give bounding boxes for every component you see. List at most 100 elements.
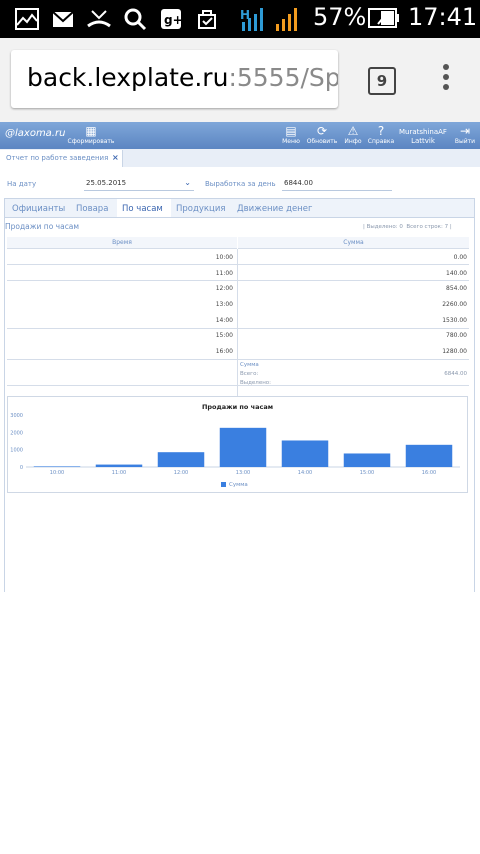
gallery-icon (15, 8, 39, 30)
x-tick-label: 13:00 (236, 470, 250, 476)
report-subtabs: Официанты Повара По часам Продукция Движ… (5, 198, 474, 218)
browser-menu-icon[interactable] (441, 64, 451, 94)
tab-cooks[interactable]: Повара (76, 204, 108, 214)
page-tab-report[interactable]: Отчет по работе заведения × (0, 150, 123, 167)
chart-bar (95, 464, 143, 467)
grid-title: Продажи по часам (5, 222, 80, 231)
battery-percent: 57% (313, 3, 367, 31)
user-sub: Lattvik (411, 137, 435, 145)
total-rows: Всего строк: 7 (406, 224, 449, 230)
grid-info: | Выделено: 0 Всего строк: 7 | (363, 224, 452, 230)
footer-total-value: 6844.00 (444, 371, 467, 377)
date-label: На дату (7, 180, 37, 188)
menu-label: Меню (282, 138, 300, 145)
table-cell-time: 14:00 (215, 317, 233, 324)
y-tick-label: 0 (20, 465, 23, 471)
generate-button[interactable]: ▦ Сформировать (66, 124, 116, 145)
search-icon (124, 8, 147, 31)
info-button[interactable]: ⚠ Инфо (341, 124, 365, 145)
app-header: @laxoma.ru ▦ Сформировать ▤ Меню ⟳ Обнов… (0, 122, 480, 149)
legend-label: Сумма (229, 482, 248, 488)
warning-icon: ⚠ (347, 124, 359, 138)
url-host: back.lexplate.ru (27, 63, 229, 92)
x-tick-label: 11:00 (112, 470, 126, 476)
x-tick-label: 12:00 (174, 470, 188, 476)
footer-total-label: Всего: (240, 371, 259, 377)
chart-bar (219, 427, 267, 467)
table-cell-time: 12:00 (215, 285, 233, 292)
x-tick-label: 15:00 (360, 470, 374, 476)
page-tab-strip: Отчет по работе заведения × (0, 149, 480, 167)
column-header-time[interactable]: Время (7, 237, 237, 249)
url-text[interactable]: back.lexplate.ru:5555/Sp (27, 63, 338, 92)
user-info: MuratshinaAF Lattvik (399, 128, 447, 146)
table-cell-time: 11:00 (215, 270, 233, 277)
report-params: На дату 25.05.2015 ⌄ Выработка за день 6… (0, 172, 480, 196)
table-cell-sum: 2260.00 (442, 301, 467, 308)
y-tick-label: 2000 (10, 430, 23, 436)
table-cell-time: 13:00 (215, 301, 233, 308)
table-cell-sum: 854.00 (446, 285, 467, 292)
y-tick-label: 3000 (10, 413, 23, 419)
x-tick-label: 16:00 (422, 470, 436, 476)
gmail-icon (52, 11, 74, 27)
info-label: Инфо (344, 138, 362, 145)
output-field[interactable]: 6844.00 (282, 176, 392, 191)
chart-bar (33, 466, 81, 467)
browser-toolbar: back.lexplate.ru:5555/Sp 9 (0, 38, 480, 122)
tab-products[interactable]: Продукция (176, 204, 225, 214)
footer-sum-label: Сумма (240, 362, 259, 368)
table-cell-sum: 1530.00 (442, 317, 467, 324)
help-button[interactable]: ? Справка (367, 124, 395, 145)
tab-switcher-button[interactable]: 9 (368, 67, 396, 95)
refresh-button[interactable]: ⟳ Обновить (305, 124, 339, 145)
menu-button[interactable]: ▤ Меню (278, 124, 304, 145)
play-store-icon (198, 10, 216, 29)
column-header-sum[interactable]: Сумма (238, 237, 469, 249)
clock: 17:41 (408, 3, 478, 31)
chart-bar (281, 440, 329, 467)
tab-money-flow[interactable]: Движение денег (237, 204, 312, 214)
table-cell-sum: 780.00 (446, 332, 467, 339)
chart-bar (405, 444, 453, 467)
chart-bar (343, 453, 391, 467)
x-tick-label: 10:00 (50, 470, 64, 476)
x-tick-label: 14:00 (298, 470, 312, 476)
close-icon[interactable]: × (112, 153, 119, 162)
missed-call-icon (87, 10, 111, 28)
url-path: :5555/Sp (228, 63, 338, 92)
user-name: MuratshinaAF (399, 128, 447, 136)
date-field[interactable]: 25.05.2015 ⌄ (84, 176, 194, 191)
refresh-label: Обновить (306, 138, 338, 145)
logout-label: Выйти (454, 138, 476, 145)
tab-by-hours[interactable]: По часам (122, 204, 163, 214)
page-tab-label: Отчет по работе заведения (6, 154, 109, 162)
output-label: Выработка за день (205, 180, 276, 188)
app-logo: @laxoma.ru (5, 128, 66, 139)
signal-icon: H (240, 8, 297, 31)
table-cell-sum: 140.00 (446, 270, 467, 277)
footer-selected-label: Выделено: (240, 380, 272, 386)
logout-icon: ⇥ (459, 124, 471, 138)
selected-count: Выделено: 0 (366, 224, 403, 230)
calculator-icon: ▦ (85, 124, 97, 138)
chevron-down-icon[interactable]: ⌄ (184, 176, 191, 190)
help-label: Справка (367, 138, 395, 145)
svg-text:g+: g+ (164, 13, 183, 27)
y-tick-label: 1000 (10, 448, 23, 454)
table-cell-time: 10:00 (215, 254, 233, 261)
chart-legend[interactable]: Сумма (221, 482, 248, 488)
status-bar: g+ H 57% 17:41 (0, 0, 480, 38)
table-cell-sum: 0.00 (453, 254, 467, 261)
legend-swatch (221, 482, 226, 487)
table-cell-time: 16:00 (215, 348, 233, 355)
table-cell-sum: 1280.00 (442, 348, 467, 355)
logout-button[interactable]: ⇥ Выйти (453, 124, 477, 145)
menu-icon: ▤ (285, 124, 297, 138)
output-value: 6844.00 (284, 179, 313, 187)
tab-waiters[interactable]: Официанты (12, 204, 65, 214)
sales-by-hour-chart: Продажи по часам 0 1000 2000 3000 10:00 11:00… (7, 396, 468, 493)
help-icon: ? (377, 124, 385, 138)
address-bar[interactable]: back.lexplate.ru:5555/Sp (11, 50, 338, 108)
chart-bar (157, 452, 205, 467)
